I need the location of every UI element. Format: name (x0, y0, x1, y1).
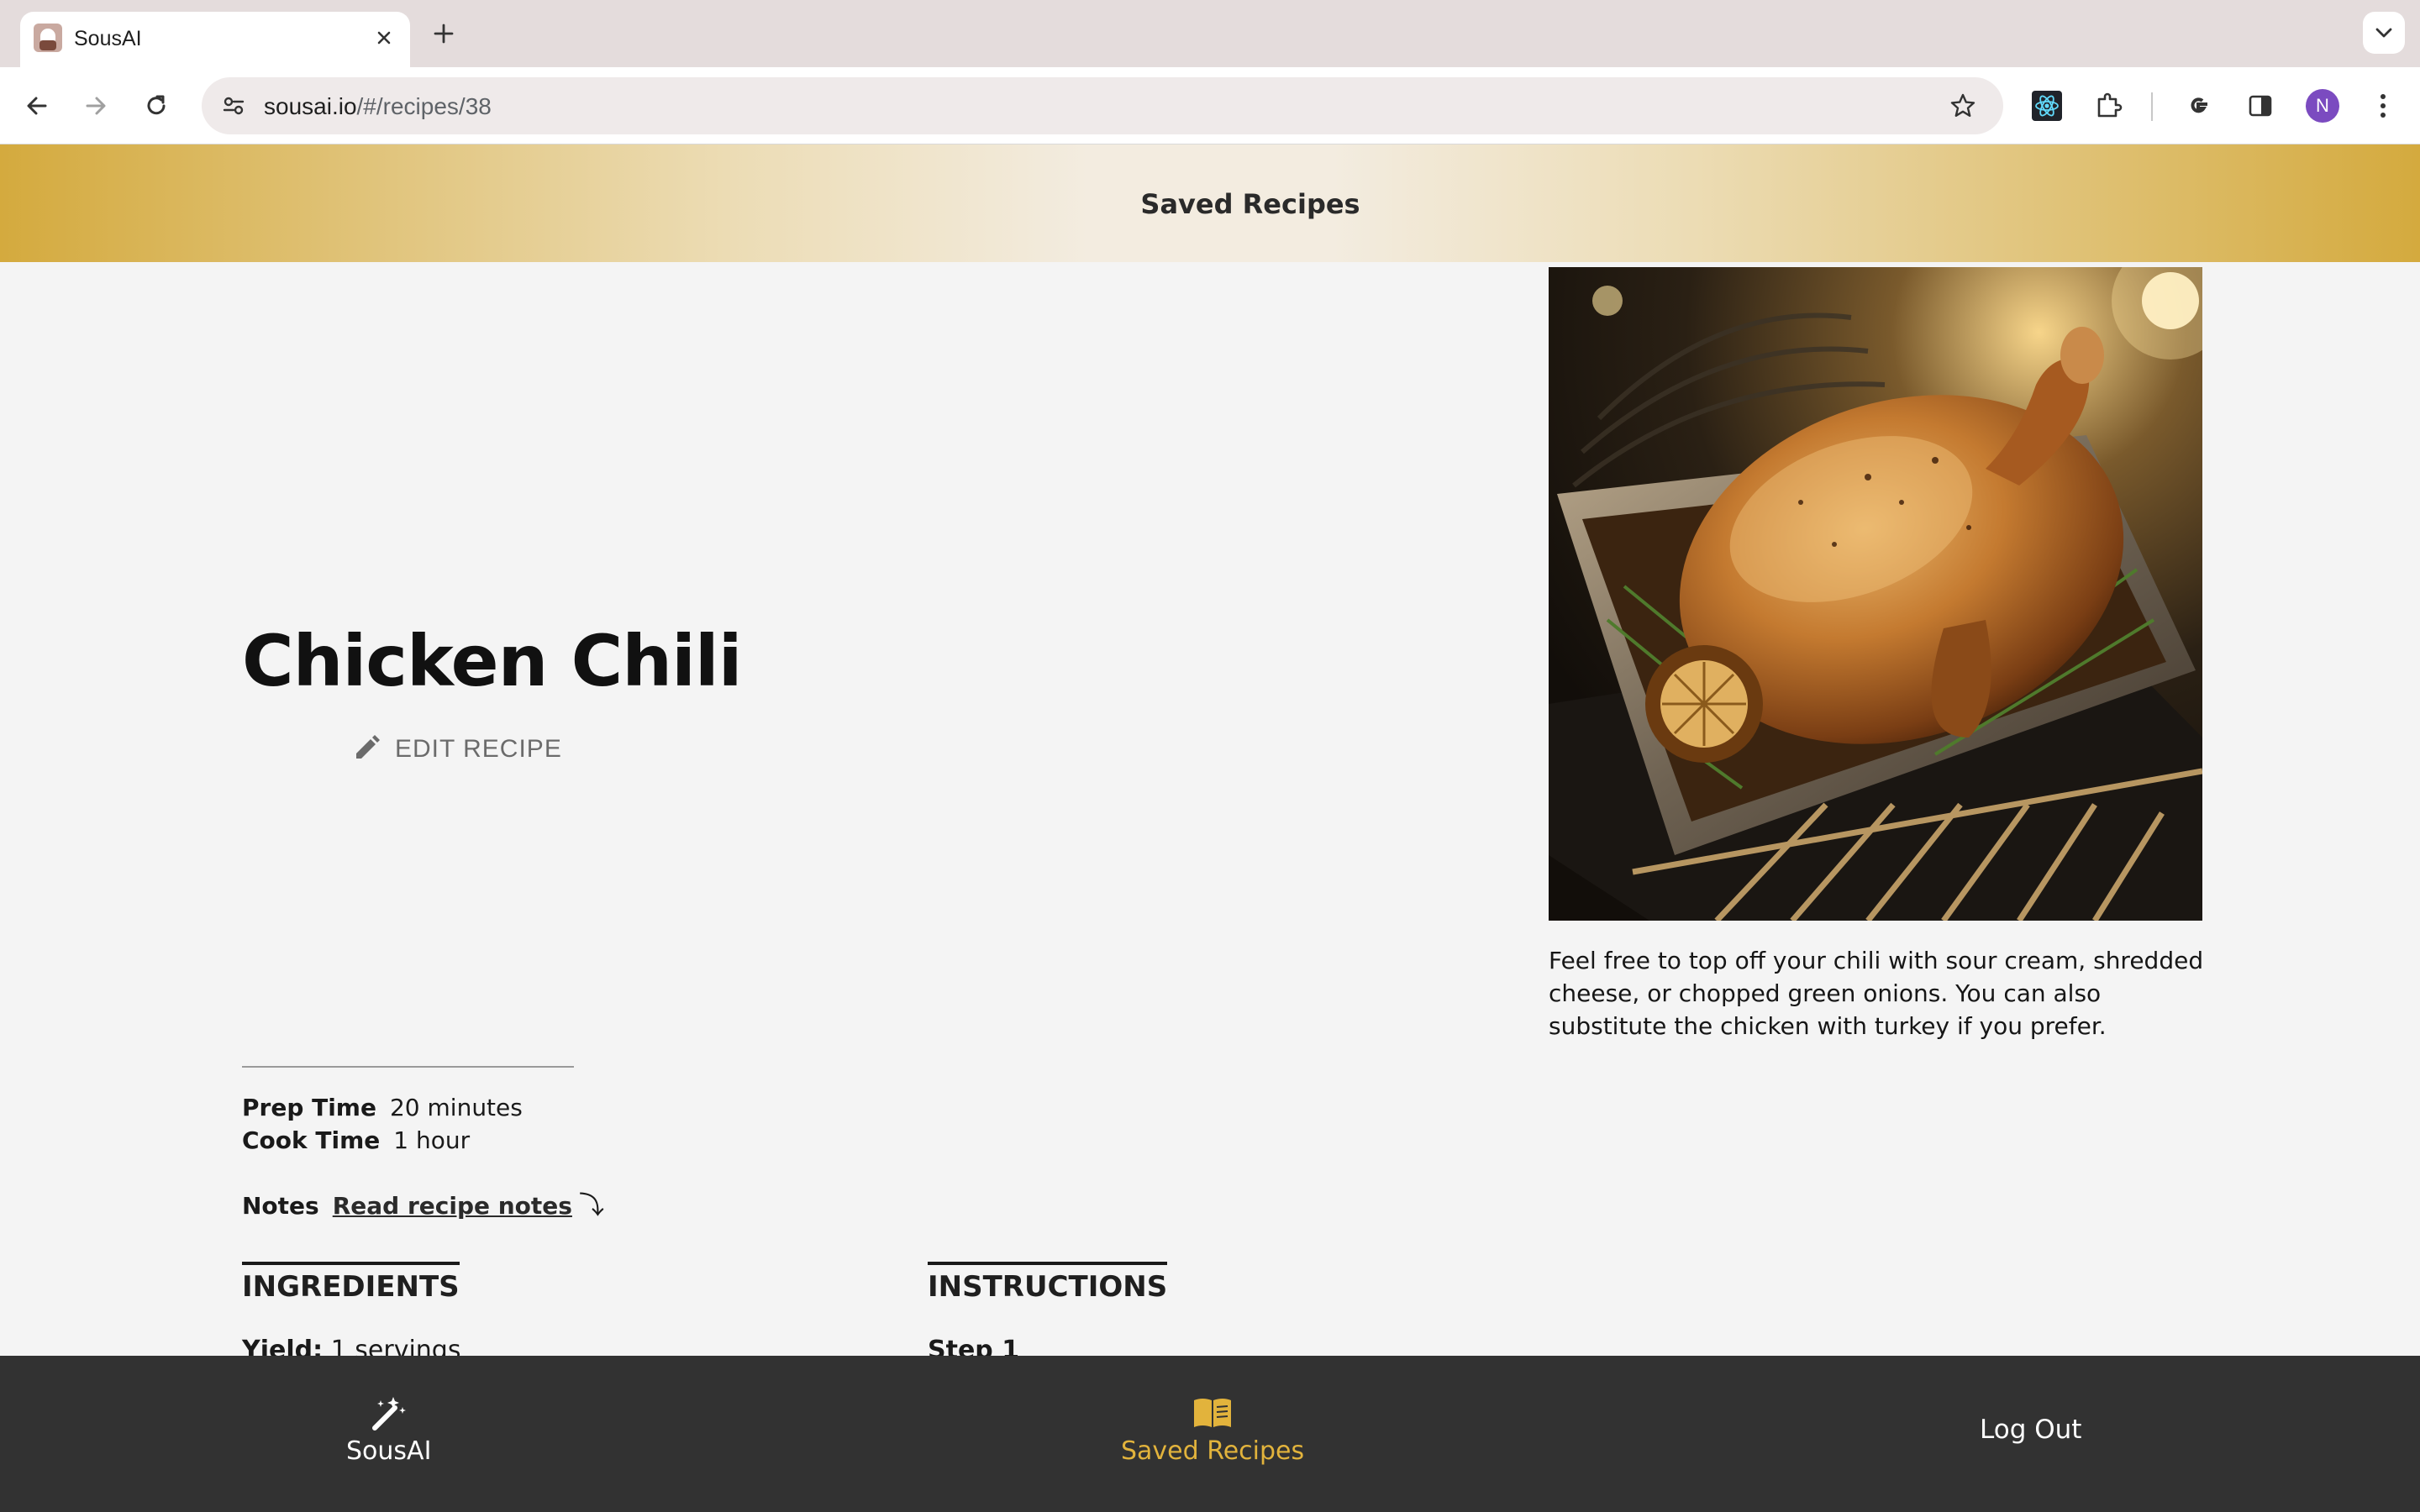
puzzle-icon[interactable] (2089, 86, 2129, 126)
nav-sousai[interactable]: SousAI (346, 1394, 431, 1466)
magic-wand-icon (368, 1394, 410, 1431)
notes-label: Notes (242, 1192, 319, 1220)
arrow-down-right-icon: ⤵ (578, 1191, 604, 1221)
kebab-menu-icon[interactable] (2363, 86, 2403, 126)
arrow-left-icon[interactable] (17, 86, 57, 126)
profile-avatar[interactable]: N (2306, 89, 2339, 123)
prep-time-label: Prep Time (242, 1094, 376, 1121)
cook-time-label: Cook Time (242, 1126, 381, 1154)
url-text: sousai.io/#/recipes/38 (264, 93, 492, 120)
reload-icon[interactable] (136, 86, 176, 126)
nav-saved-recipes[interactable]: Saved Recipes (1121, 1394, 1304, 1466)
sousai-favicon-icon (34, 24, 62, 52)
page-header: Saved Recipes (0, 144, 2420, 262)
prep-time-value: 20 minutes (389, 1094, 523, 1121)
arrow-right-icon[interactable] (76, 86, 116, 126)
bottom-nav: SousAI Saved Recipes Log Out (0, 1356, 2420, 1512)
read-recipe-notes-link[interactable]: Read recipe notes (333, 1192, 572, 1220)
address-bar[interactable]: sousai.io/#/recipes/38 (202, 77, 2003, 134)
cook-time-row: Cook Time 1 hour (242, 1126, 470, 1154)
recipe-title: Chicken Chili (242, 620, 742, 702)
close-icon[interactable] (370, 24, 398, 52)
prep-time-row: Prep Time 20 minutes (242, 1094, 523, 1121)
tune-icon[interactable] (213, 86, 254, 126)
toolbar-separator (2151, 92, 2153, 121)
nav-sousai-label: SousAI (346, 1436, 432, 1466)
pencil-icon (353, 733, 381, 765)
browser-toolbar: sousai.io/#/recipes/38 N (0, 67, 2420, 144)
log-out-button[interactable]: Log Out (1980, 1415, 2081, 1445)
recipe-image-notes: Feel free to top off your chili with sou… (1549, 947, 2204, 1040)
chevron-down-icon[interactable] (2363, 12, 2405, 54)
edit-recipe-label: EDIT RECIPE (395, 735, 562, 763)
google-g-icon[interactable] (2178, 86, 2218, 126)
tab-title: SousAI (74, 27, 142, 50)
ingredients-heading: INGREDIENTS (242, 1262, 460, 1304)
edit-recipe-button[interactable]: EDIT RECIPE (353, 731, 562, 768)
cook-time-value: 1 hour (393, 1126, 471, 1154)
open-book-icon (1192, 1394, 1234, 1431)
new-tab-plus-icon[interactable] (427, 17, 460, 50)
meta-divider (242, 1066, 574, 1068)
instructions-heading: INSTRUCTIONS (928, 1262, 1168, 1304)
url-path: /#/recipes/38 (356, 93, 492, 119)
browser-tab-strip: SousAI (0, 0, 2420, 67)
browser-tab[interactable]: SousAI (20, 12, 410, 67)
side-panel-icon[interactable] (2240, 86, 2281, 126)
recipe-photo (1549, 267, 2202, 921)
react-icon[interactable] (2027, 86, 2067, 126)
notes-row: Notes Read recipe notes ⤵ (242, 1184, 604, 1221)
star-icon[interactable] (1943, 86, 1983, 126)
url-host: sousai.io (264, 93, 357, 119)
nav-saved-recipes-label: Saved Recipes (1121, 1436, 1305, 1466)
page-title: Saved Recipes (1140, 188, 1360, 220)
